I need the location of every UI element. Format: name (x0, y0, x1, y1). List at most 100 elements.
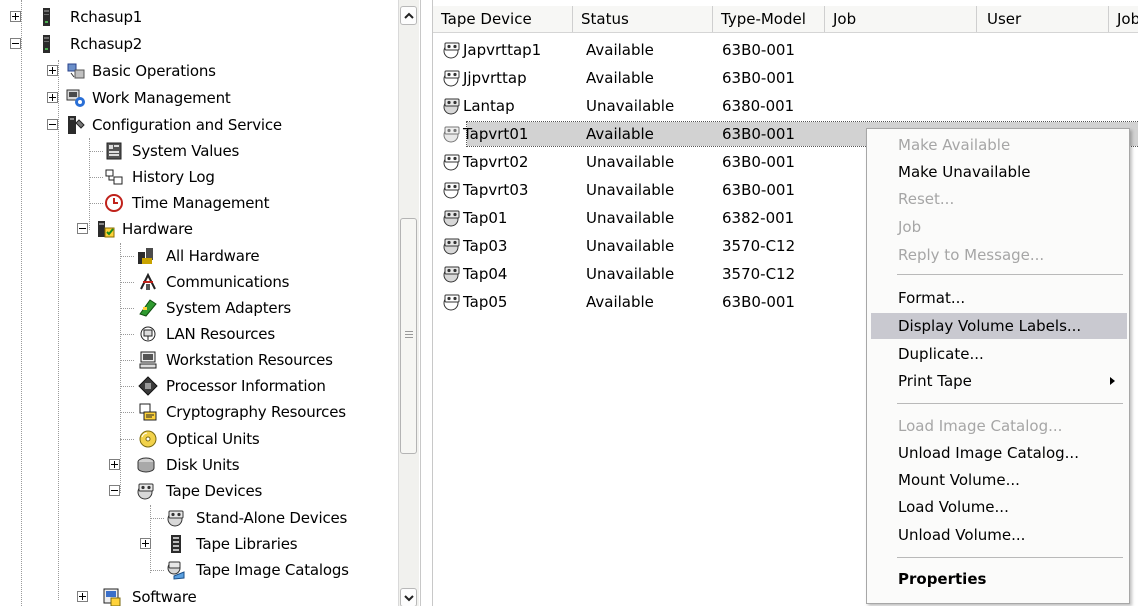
tree-guide-line (89, 203, 103, 204)
tree-item-label: Tape Libraries (196, 535, 298, 553)
status-cell: Unavailable (586, 97, 675, 115)
chevron-up-icon (403, 12, 414, 19)
tape-device-icon (442, 40, 462, 60)
expand-icon[interactable] (140, 538, 151, 549)
tree-item-label: All Hardware (166, 247, 260, 265)
menu-item-load-image-catalog[interactable]: Load Image Catalog... (867, 413, 1129, 439)
status-cell: Unavailable (586, 181, 675, 199)
device-cell: Tapvrt03 (442, 177, 528, 203)
tree-item-label: Disk Units (166, 456, 240, 474)
grip-line (405, 331, 413, 332)
tree-guide-line (89, 151, 103, 152)
status-cell: Unavailable (586, 153, 675, 171)
navigation-tree[interactable]: Rchasup1 Rchasup2 Basic Operations Work … (0, 0, 421, 606)
table-row[interactable]: Lantap Unavailable 6380-001 (433, 93, 1138, 119)
menu-item-duplicate[interactable]: Duplicate... (867, 341, 1129, 367)
tree-item-label: Configuration and Service (92, 116, 282, 134)
list-header: Tape Device Status Type-Model Job User J… (433, 6, 1138, 33)
menu-item-make-unavailable[interactable]: Make Unavailable (867, 159, 1129, 185)
menu-item-reset[interactable]: Reset... (867, 186, 1129, 212)
menu-item-format[interactable]: Format... (867, 285, 1129, 311)
menu-item-unload-image-catalog[interactable]: Unload Image Catalog... (867, 440, 1129, 466)
type-model-cell: 63B0-001 (722, 41, 795, 59)
column-header-type-model[interactable]: Type-Model (713, 6, 825, 32)
tree-item-label: Hardware (122, 220, 193, 238)
tape-device-icon (442, 124, 462, 144)
table-row[interactable]: Jjpvrttap Available 63B0-001 (433, 65, 1138, 91)
collapse-icon[interactable] (47, 119, 58, 130)
tree-item-label: Tape Image Catalogs (196, 561, 349, 579)
scroll-thumb[interactable] (400, 218, 417, 454)
device-name: Tap05 (463, 293, 508, 311)
tree-item-label: History Log (132, 168, 215, 186)
tree-item-label: LAN Resources (166, 325, 275, 343)
tree-guide-line (120, 386, 134, 387)
processor-icon (138, 376, 158, 396)
collapse-icon[interactable] (109, 485, 120, 496)
menu-item-unload-volume[interactable]: Unload Volume... (867, 522, 1129, 548)
column-header-tape-device[interactable]: Tape Device (433, 6, 573, 32)
tree-item-label: Cryptography Resources (166, 403, 346, 421)
lan-resources-icon (138, 324, 158, 344)
tape-device-icon (442, 292, 462, 312)
device-name: Tapvrt01 (463, 125, 529, 143)
tree-item-label: System Values (132, 142, 240, 160)
device-name: Lantap (463, 97, 515, 115)
expand-icon[interactable] (47, 65, 58, 76)
tape-device-icon (442, 264, 462, 284)
column-header-job[interactable]: Job (825, 6, 977, 32)
menu-item-display-volume-labels[interactable]: Display Volume Labels... (871, 313, 1127, 339)
status-cell: Available (586, 125, 654, 143)
device-cell: Japvrttap1 (442, 37, 541, 63)
tree-item-label: Workstation Resources (166, 351, 333, 369)
menu-item-properties[interactable]: Properties (867, 566, 1129, 592)
scroll-up-button[interactable] (400, 6, 417, 25)
chevron-down-icon (403, 594, 414, 601)
device-cell: Jjpvrttap (442, 65, 527, 91)
tape-catalog-icon (166, 560, 186, 580)
column-header-status[interactable]: Status (573, 6, 713, 32)
menu-item-mount-volume[interactable]: Mount Volume... (867, 467, 1129, 493)
column-header-job-number[interactable]: Job N (1109, 6, 1138, 32)
communications-icon (138, 272, 158, 292)
type-model-cell: 63B0-001 (722, 181, 795, 199)
tree-guide-line (120, 308, 134, 309)
expand-icon[interactable] (77, 591, 88, 602)
expand-icon[interactable] (109, 459, 120, 470)
menu-item-job[interactable]: Job (867, 214, 1129, 240)
tree-item-label: System Adapters (166, 299, 292, 317)
grip-line (405, 334, 413, 335)
menu-item-print-tape[interactable]: Print Tape (867, 368, 1129, 394)
menu-item-label: Print Tape (898, 372, 972, 390)
device-cell: Tapvrt01 (442, 121, 528, 147)
expand-icon[interactable] (10, 11, 21, 22)
menu-item-load-volume[interactable]: Load Volume... (867, 494, 1129, 520)
type-model-cell: 3570-C12 (722, 237, 796, 255)
all-hardware-icon (136, 246, 156, 266)
tree-item-label: Software (132, 588, 197, 606)
grip-line (405, 337, 413, 338)
column-header-user[interactable]: User (977, 6, 1109, 32)
device-cell: Tap01 (442, 205, 507, 231)
collapse-icon[interactable] (77, 223, 88, 234)
tree-item-label: Stand-Alone Devices (196, 509, 348, 527)
workstation-icon (138, 350, 158, 370)
tree-item-label: Tape Devices (166, 482, 263, 500)
context-menu[interactable]: Make Available Make Unavailable Reset...… (866, 128, 1130, 604)
hardware-icon (95, 219, 115, 239)
tree-guide-line (120, 412, 134, 413)
disk-unit-icon (136, 455, 156, 475)
system-adapters-icon (138, 298, 158, 318)
tree-guide-line (120, 243, 121, 493)
tape-device-icon (442, 96, 462, 116)
menu-separator (897, 557, 1123, 558)
tree-scrollbar[interactable] (398, 0, 419, 606)
expand-icon[interactable] (47, 92, 58, 103)
device-cell: Tap03 (442, 233, 507, 259)
menu-item-make-available[interactable]: Make Available (867, 132, 1129, 158)
menu-item-reply-to-message[interactable]: Reply to Message... (867, 242, 1129, 268)
table-row[interactable]: Japvrttap1 Available 63B0-001 (433, 37, 1138, 63)
tape-device-icon (442, 68, 462, 88)
scroll-down-button[interactable] (400, 588, 417, 606)
collapse-icon[interactable] (10, 38, 21, 49)
